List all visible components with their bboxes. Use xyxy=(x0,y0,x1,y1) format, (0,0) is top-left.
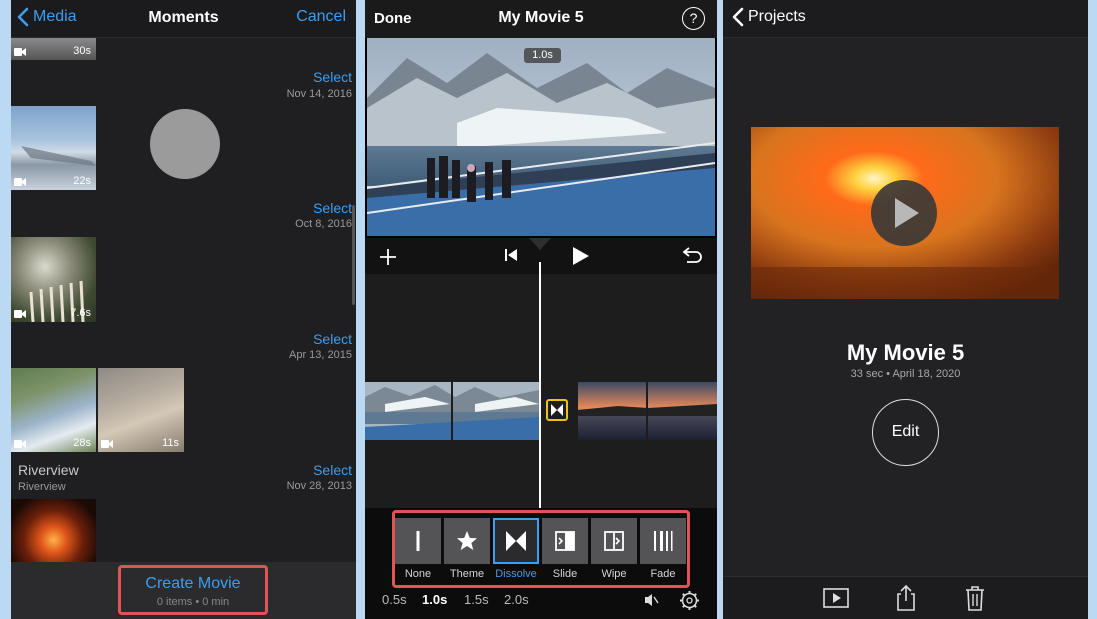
skip-to-start-icon[interactable] xyxy=(504,248,518,262)
select-button[interactable]: Select xyxy=(313,331,352,347)
selection-summary: 0 items • 0 min xyxy=(156,596,230,608)
bar-icon xyxy=(416,531,420,551)
transition-label: Wipe xyxy=(601,568,627,580)
movie-title: My Movie 5 xyxy=(846,340,965,365)
video-duration: 11s xyxy=(162,437,179,449)
select-button[interactable]: Select xyxy=(313,69,352,85)
video-duration: 30s xyxy=(73,45,91,57)
cancel-button[interactable]: Cancel xyxy=(296,8,346,26)
duration-option-selected[interactable]: 1.0s xyxy=(422,592,447,607)
group-title: Riverview xyxy=(18,462,79,478)
create-movie-button[interactable]: Create Movie 0 items • 0 min xyxy=(118,565,268,615)
transition-slide[interactable]: Slide xyxy=(542,518,588,588)
bottom-toolbar xyxy=(723,576,1088,619)
dissolve-icon xyxy=(506,531,526,551)
navigation-bar: Done My Movie 5 ? xyxy=(365,0,717,38)
video-thumbnail[interactable] xyxy=(11,499,96,562)
video-duration: 22s xyxy=(73,175,91,187)
transition-label: Theme xyxy=(449,568,485,580)
group-date: Apr 13, 2015 xyxy=(289,349,352,361)
duration-option[interactable]: 2.0s xyxy=(504,592,529,607)
slide-icon xyxy=(555,531,575,551)
select-button[interactable]: Select xyxy=(313,462,352,478)
select-button[interactable]: Select xyxy=(313,200,352,216)
video-preview[interactable]: 1.0s xyxy=(367,38,715,236)
glacier-clip-image xyxy=(365,382,539,440)
mute-icon[interactable] xyxy=(643,592,659,608)
group-date: Nov 14, 2016 xyxy=(286,88,352,100)
wipe-icon xyxy=(604,531,624,551)
video-camera-icon xyxy=(14,440,26,448)
movie-meta: 33 sec • April 18, 2020 xyxy=(850,368,961,380)
dissolve-icon xyxy=(551,404,563,416)
help-button[interactable]: ? xyxy=(682,7,705,30)
play-icon[interactable] xyxy=(821,584,851,612)
transition-label: None xyxy=(404,568,432,580)
group-subtitle: Riverview xyxy=(18,481,66,493)
play-movie-button[interactable] xyxy=(871,180,937,246)
navigation-bar: Projects xyxy=(723,0,1088,38)
transition-selector: None Theme Dissolve Slide Wipe Fade xyxy=(392,510,690,588)
timeline-clip[interactable] xyxy=(365,382,539,440)
play-icon[interactable] xyxy=(570,246,590,266)
video-camera-icon xyxy=(14,178,26,186)
video-thumbnail[interactable]: 30s xyxy=(11,38,96,60)
duration-option[interactable]: 1.5s xyxy=(464,592,489,607)
video-duration: 28s xyxy=(73,437,91,449)
transition-panel: None Theme Dissolve Slide Wipe Fade 0.5s… xyxy=(365,508,717,619)
transition-label: Dissolve xyxy=(495,568,537,580)
group-date: Nov 28, 2013 xyxy=(286,480,352,492)
transition-wipe[interactable]: Wipe xyxy=(591,518,637,588)
video-duration: 7.6s xyxy=(70,307,91,319)
project-detail-panel: Projects My Movie 5 33 sec • April 18, 2… xyxy=(723,0,1088,619)
video-thumbnail[interactable]: 7.6s xyxy=(11,237,96,322)
navigation-bar: Media Moments Cancel xyxy=(11,0,356,38)
create-movie-label: Create Movie xyxy=(145,575,241,592)
star-icon xyxy=(457,531,477,550)
touch-indicator xyxy=(150,109,220,179)
transition-duration-badge: 1.0s xyxy=(524,48,561,63)
project-title: My Movie 5 xyxy=(498,9,584,26)
edit-button[interactable]: Edit xyxy=(872,399,939,466)
chevron-left-icon xyxy=(732,7,744,27)
sunset-clip-image xyxy=(578,382,717,440)
video-thumbnail[interactable]: 11s xyxy=(98,368,184,452)
bottom-bar: Create Movie 0 items • 0 min xyxy=(11,562,356,619)
add-media-icon[interactable] xyxy=(378,247,398,267)
editor-panel: Done My Movie 5 ? 1.0s None Theme Dissol… xyxy=(365,0,717,619)
group-date: Oct 8, 2016 xyxy=(295,218,352,230)
video-camera-icon xyxy=(14,310,26,318)
playhead-marker xyxy=(529,238,551,250)
back-to-projects-button[interactable]: Projects xyxy=(732,7,806,27)
moments-panel: Media Moments Cancel 30s Select Nov 14, … xyxy=(11,0,356,619)
transition-dissolve[interactable]: Dissolve xyxy=(493,518,539,588)
trash-icon[interactable] xyxy=(960,584,990,612)
video-camera-icon xyxy=(14,48,26,56)
transition-fade[interactable]: Fade xyxy=(640,518,686,588)
transition-theme[interactable]: Theme xyxy=(444,518,490,588)
video-camera-icon xyxy=(101,440,113,448)
undo-icon[interactable] xyxy=(681,246,703,266)
transition-label: Slide xyxy=(552,568,578,580)
glacier-image xyxy=(367,38,715,236)
transition-none[interactable]: None xyxy=(395,518,441,588)
video-thumbnail[interactable]: 28s xyxy=(11,368,96,452)
transition-marker[interactable] xyxy=(546,399,568,421)
duration-option[interactable]: 0.5s xyxy=(382,592,407,607)
video-thumbnail[interactable]: 22s xyxy=(11,106,96,190)
transition-label: Fade xyxy=(650,568,676,580)
timeline-clip[interactable] xyxy=(578,382,717,440)
playhead[interactable] xyxy=(539,262,541,510)
movie-thumbnail[interactable] xyxy=(751,127,1059,299)
settings-gear-icon[interactable] xyxy=(679,590,700,611)
scroll-indicator[interactable] xyxy=(352,205,355,305)
fade-icon xyxy=(654,531,673,551)
back-label: Projects xyxy=(748,8,806,25)
play-icon xyxy=(895,198,919,228)
share-icon[interactable] xyxy=(891,584,921,612)
